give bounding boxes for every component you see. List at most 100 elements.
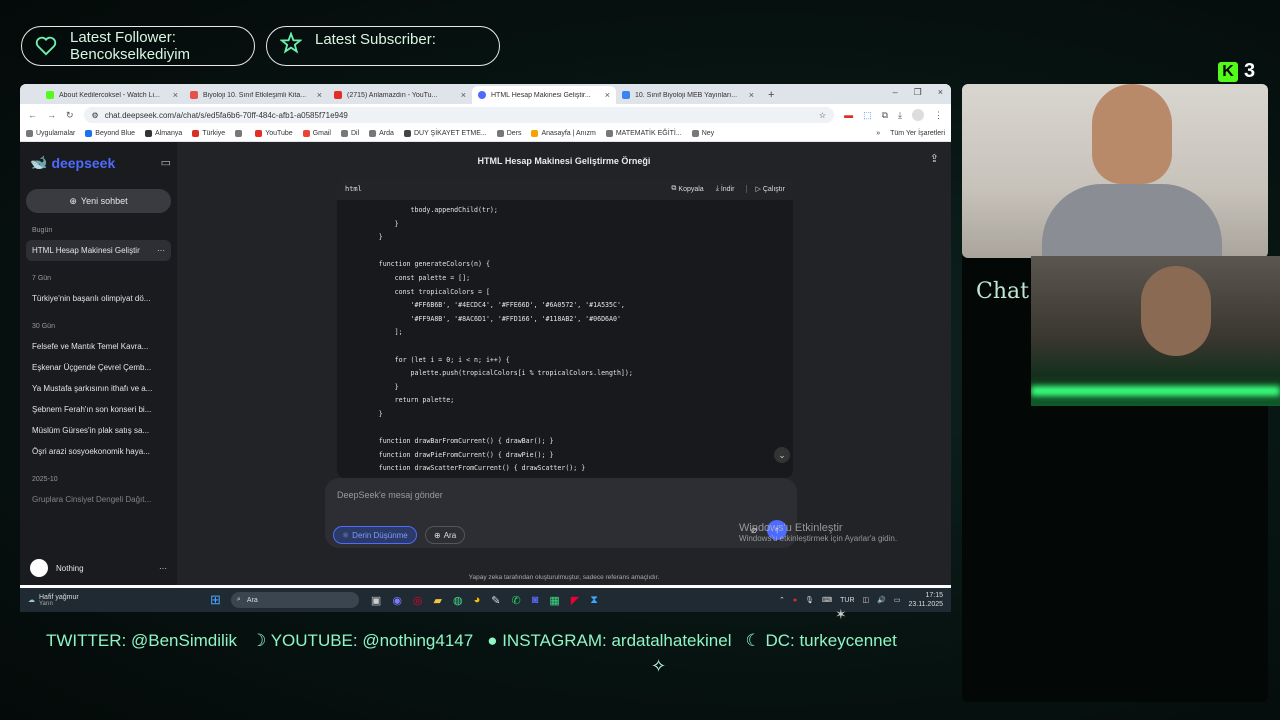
tray-app-icon[interactable]: ● xyxy=(793,597,797,604)
chrome-icon[interactable]: ◕ xyxy=(474,594,481,607)
deep-think-toggle[interactable]: ⚛ Derin Düşünme xyxy=(333,526,417,544)
all-bookmarks-folder[interactable]: Tüm Yer İşaretleri xyxy=(890,130,945,137)
messaging-app-icon[interactable]: ◍ xyxy=(453,594,463,607)
history-item[interactable]: Müslüm Gürses'in plak satış sa... xyxy=(26,420,171,441)
more-icon[interactable]: ··· xyxy=(157,246,165,255)
site-info-icon[interactable]: ⚙ xyxy=(92,111,99,120)
bookmark-item[interactable]: Türkiye xyxy=(192,130,225,137)
tab[interactable]: About Kedilercoksel - Watch Li... × xyxy=(40,86,184,104)
pen-tool-icon[interactable]: ✎ xyxy=(491,594,500,607)
menu-icon[interactable]: ⋮ xyxy=(934,110,943,121)
close-icon[interactable]: × xyxy=(173,90,178,100)
microphone-icon[interactable]: 🎙 xyxy=(805,596,814,604)
taskbar-search[interactable]: ⌕ Ara xyxy=(230,592,359,608)
collapse-sidebar-icon[interactable]: ▭ xyxy=(161,156,171,169)
minimize-icon[interactable]: – xyxy=(893,87,898,98)
bookmark-label: Ney xyxy=(701,130,715,137)
reload-icon[interactable]: ↻ xyxy=(66,110,74,121)
keyboard-icon[interactable]: ⌨ xyxy=(822,596,832,604)
wifi-icon[interactable]: ◫ xyxy=(863,596,870,604)
close-icon[interactable]: × xyxy=(605,90,610,100)
bookmark-item[interactable]: YouTube xyxy=(255,130,293,137)
bookmark-label: Almanya xyxy=(155,130,183,137)
volume-icon[interactable]: 🔊 xyxy=(877,596,886,604)
bookmark-item[interactable]: MATEMATİK EĞİTİ... xyxy=(605,130,682,137)
history-item[interactable]: Şebnem Ferah'ın son konseri bi... xyxy=(26,399,171,420)
more-icon[interactable]: ··· xyxy=(159,564,167,573)
calendar-app-icon[interactable]: ▦ xyxy=(549,594,559,607)
vscode-icon[interactable]: ⧗ xyxy=(590,594,598,607)
downloads-icon[interactable]: ⤓ xyxy=(898,110,902,121)
opera-icon[interactable]: ◎ xyxy=(413,594,423,607)
history-item-title: Eşkenar Üçgende Çevrel Çemb... xyxy=(32,363,152,372)
chat-main: HTML Hesap Makinesi Geliştirme Örneği ⇪ … xyxy=(177,142,951,585)
scroll-down-button[interactable]: ⌄ xyxy=(774,447,790,463)
address-bar[interactable]: ⚙ chat.deepseek.com/a/chat/s/ed5fa6b6-70… xyxy=(83,107,835,123)
pdf-app-icon[interactable]: ◤ xyxy=(571,594,579,607)
clock-date: 23.11.2025 xyxy=(908,601,943,608)
search-toggle[interactable]: ⊕ Ara xyxy=(425,526,466,544)
history-group-label: 7 Gün xyxy=(32,275,52,282)
history-item[interactable]: Gruplara Cinsiyet Dengeli Dağıt... xyxy=(26,489,171,510)
run-button[interactable]: ▷ Çalıştır xyxy=(746,185,785,193)
bookmark-item[interactable] xyxy=(235,130,245,137)
bookmark-item[interactable]: Dil xyxy=(340,130,359,137)
file-explorer-icon[interactable]: ▰ xyxy=(434,594,442,607)
bookmark-item[interactable]: Anasayfa | Anızm xyxy=(531,130,596,137)
close-icon[interactable]: × xyxy=(749,90,754,100)
message-input[interactable]: DeepSeek'e mesaj gönder ⚛ Derin Düşünme ⊕… xyxy=(325,478,797,548)
tab[interactable]: (2715) Anlamazdın - YouTu... × xyxy=(328,86,472,104)
history-item[interactable]: Türkiye'nin başarılı olimpiyat dö... xyxy=(26,288,171,309)
bookmark-icon xyxy=(403,130,411,137)
bookmark-item[interactable]: DUY ŞİKAYET ETME... xyxy=(403,130,487,137)
profile-avatar[interactable] xyxy=(912,109,924,121)
clock[interactable]: 17:15 23.11.2025 xyxy=(908,591,943,609)
tab-active[interactable]: HTML Hesap Makinesi Geliştir... × xyxy=(472,86,616,104)
new-tab-button[interactable]: + xyxy=(768,89,774,101)
bookmark-item[interactable]: Ney xyxy=(691,130,715,137)
close-window-icon[interactable]: × xyxy=(938,87,943,98)
chat-history: Bugün HTML Hesap Makinesi Geliştir ··· 7 Gü… xyxy=(26,227,171,510)
browser-app-icon[interactable]: ◉ xyxy=(392,594,402,607)
download-label: İndir xyxy=(720,185,735,193)
close-icon[interactable]: × xyxy=(317,90,322,100)
history-item[interactable]: Ya Mustafa şarkısının ithafı ve a... xyxy=(26,378,171,399)
bookmark-item[interactable]: Ders xyxy=(496,130,521,137)
history-item[interactable]: Öşri arazi sosyoekonomik haya... xyxy=(26,441,171,462)
share-icon[interactable]: ⇪ xyxy=(930,152,939,165)
bookmark-item[interactable]: Almanya xyxy=(145,130,182,137)
extension-icon[interactable]: ▬ xyxy=(844,110,853,120)
battery-icon[interactable]: ▭ xyxy=(894,596,901,604)
language-indicator[interactable]: TUR xyxy=(840,597,854,604)
discord-app-icon[interactable]: ◙ xyxy=(532,594,539,607)
back-icon[interactable]: ← xyxy=(28,110,37,120)
bookmark-item[interactable]: Beyond Blue xyxy=(85,130,135,137)
forward-icon[interactable]: → xyxy=(47,110,56,120)
chevron-up-icon[interactable]: ⌃ xyxy=(779,596,785,604)
history-item[interactable]: HTML Hesap Makinesi Geliştir ··· xyxy=(26,240,171,261)
windows-start-icon[interactable]: ⊞ xyxy=(210,592,221,608)
close-icon[interactable]: × xyxy=(461,90,466,100)
download-button[interactable]: ⤓ İndir xyxy=(716,185,735,193)
bookmark-star-icon[interactable]: ☆ xyxy=(819,111,826,120)
code-block: html ⧉ Kopyala ⤓ İndir ▷ Çalıştır tbody.app… xyxy=(337,178,793,478)
history-item[interactable]: Eşkenar Üçgende Çevrel Çemb... xyxy=(26,357,171,378)
whatsapp-icon[interactable]: ✆ xyxy=(511,594,520,607)
tab[interactable]: Biyoloji 10. Sınıf Etkileşimli Kita... × xyxy=(184,86,328,104)
deepseek-logo[interactable]: 🐋 deepseek xyxy=(26,150,119,175)
tab[interactable]: 10. Sınıf Biyoloji MEB Yayınları... × xyxy=(616,86,760,104)
copy-button[interactable]: ⧉ Kopyala xyxy=(671,185,703,193)
bookmark-item[interactable]: Arda xyxy=(369,130,394,137)
bookmark-item[interactable]: Gmail xyxy=(302,130,331,137)
bookmark-item[interactable]: Uygulamalar xyxy=(26,130,75,137)
plus-circle-icon: ⊕ xyxy=(69,195,77,206)
weather-widget[interactable]: ☁ Hafif yağmur Yarın xyxy=(20,594,210,607)
task-view-icon[interactable]: ▣ xyxy=(371,594,381,607)
history-item[interactable]: Felsefe ve Mantık Temel Kavra... xyxy=(26,336,171,357)
user-row[interactable]: Nothing ··· xyxy=(30,559,167,577)
new-chat-button[interactable]: ⊕ Yeni sohbet xyxy=(26,189,171,213)
extensions-puzzle-icon[interactable]: ⧉ xyxy=(882,110,888,121)
maximize-icon[interactable]: ❐ xyxy=(914,87,922,98)
more-bookmarks-button[interactable]: » xyxy=(876,130,880,137)
translate-icon[interactable]: ⬚ xyxy=(863,110,872,121)
